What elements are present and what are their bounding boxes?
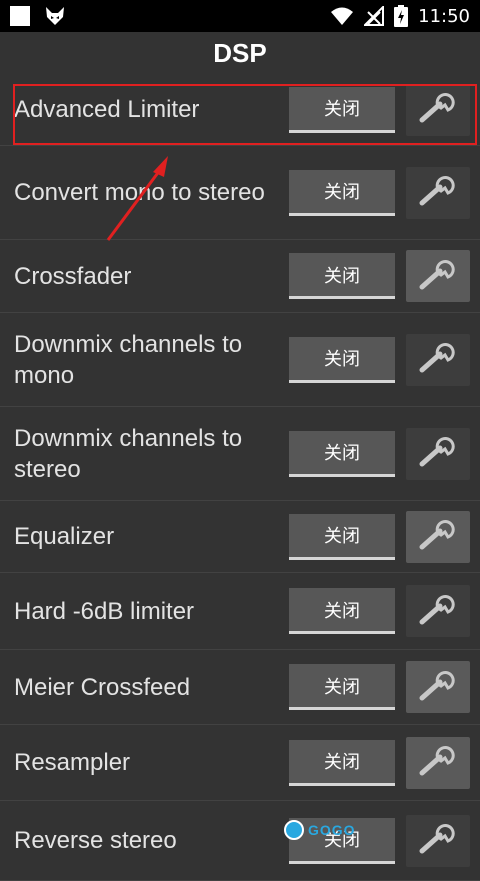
settings-button[interactable] [406,333,470,386]
settings-button[interactable] [406,166,470,219]
dsp-toggle-button[interactable]: 关闭 [289,739,395,786]
dsp-row-label: Hard -6dB limiter [14,597,195,625]
wifi-icon [331,7,354,25]
dsp-row[interactable]: Crossfader 关闭 [0,240,480,313]
dsp-row-label: Meier Crossfeed [14,673,191,701]
wrench-icon [418,340,458,379]
fox-app-icon [46,7,64,25]
battery-charging-icon [394,5,409,27]
wrench-icon [418,173,458,212]
dsp-row-label: Downmix channels to stereo [14,424,243,483]
dsp-toggle-button[interactable]: 关闭 [289,588,395,634]
dsp-row-label: Downmix channels to mono [14,330,243,389]
dsp-row-label: Reverse stereo [14,827,177,854]
settings-button[interactable] [406,585,470,637]
notification-square-icon [10,6,30,26]
dsp-row[interactable]: Hard -6dB limiter 关闭 [0,573,480,650]
dsp-toggle-button[interactable]: 关闭 [289,86,395,133]
dsp-row-label: Crossfader [14,262,132,290]
wrench-icon [418,592,458,631]
dsp-row[interactable]: Advanced Limiter 关闭 [0,74,480,146]
dsp-row[interactable]: Downmix channels to mono 关闭 [0,313,480,407]
settings-button[interactable] [406,814,470,867]
dsp-toggle-button[interactable]: 关闭 [289,253,395,299]
wrench-icon [418,90,458,129]
dsp-row-label: Advanced Limiter [14,96,200,123]
dsp-list: Advanced Limiter 关闭 Convert mono to stereo… [0,74,480,881]
status-time: 11:50 [418,5,470,27]
settings-button[interactable] [406,736,470,789]
dsp-row[interactable]: Resampler 关闭 [0,725,480,801]
dsp-toggle-button[interactable]: 关闭 [289,336,395,383]
dsp-row[interactable]: Convert mono to stereo 关闭 [0,146,480,240]
page-title: DSP [213,37,267,68]
settings-button[interactable] [406,83,470,136]
status-bar: 11:50 [0,0,480,32]
wrench-icon [418,434,458,473]
settings-button[interactable] [406,250,470,302]
dsp-toggle-button[interactable]: 关闭 [289,430,395,477]
dsp-toggle-button[interactable]: 关闭 [289,817,395,864]
signal-off-icon [364,6,385,26]
dsp-toggle-button[interactable]: 关闭 [289,169,395,216]
wrench-icon [418,257,458,296]
dsp-row[interactable]: Equalizer 关闭 [0,501,480,573]
settings-button[interactable] [406,427,470,480]
dsp-toggle-button[interactable]: 关闭 [289,664,395,710]
wrench-icon [418,517,458,556]
wrench-icon [418,743,458,782]
dsp-toggle-button[interactable]: 关闭 [289,513,395,560]
dsp-row[interactable]: Downmix channels to stereo 关闭 [0,407,480,501]
wrench-icon [418,821,458,860]
dsp-row[interactable]: Meier Crossfeed 关闭 [0,650,480,725]
wrench-icon [418,668,458,707]
dsp-row[interactable]: Reverse stereo 关闭 [0,801,480,881]
settings-button[interactable] [406,510,470,563]
settings-button[interactable] [406,661,470,713]
dsp-row-label: Equalizer [14,523,115,550]
dsp-row-label: Convert mono to stereo [14,179,265,206]
dsp-row-label: Resampler [14,749,131,776]
